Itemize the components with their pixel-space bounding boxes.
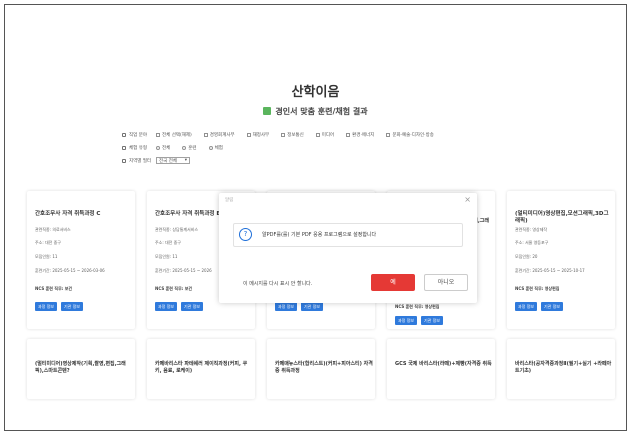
question-icon: ?: [239, 228, 252, 241]
dialog-message-box: ? 알PDF를(를) 기본 PDF 응용 프로그램으로 설정합니다: [233, 223, 463, 247]
close-icon[interactable]: ×: [464, 195, 471, 204]
dialog-question: 이 메시지를 다시 표시 안 할니다.: [243, 281, 313, 287]
yes-button[interactable]: 예: [371, 274, 415, 291]
dialog-message: 알PDF를(를) 기본 PDF 응용 프로그램으로 설정합니다: [262, 232, 377, 238]
dialog-header: 알림: [225, 198, 234, 203]
browser-viewport: 산학이음 경인서 맞춤 훈련/채험 결과 직업 분야 전체 선택(해제) 경영회…: [4, 4, 627, 431]
pdf-default-dialog: 알림 × ? 알PDF를(를) 기본 PDF 응용 프로그램으로 설정합니다 이…: [219, 193, 477, 303]
no-button[interactable]: 아니오: [424, 274, 468, 291]
